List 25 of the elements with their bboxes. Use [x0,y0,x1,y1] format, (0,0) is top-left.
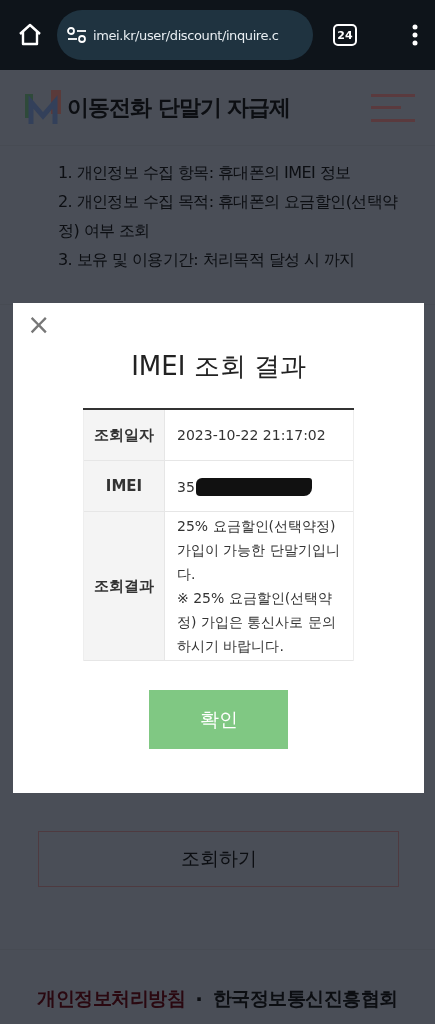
footer-link[interactable]: 한국정보통신진흥협회 [212,986,398,1012]
row-header: 조회일자 [83,409,165,461]
footer-link[interactable]: 개인정보처리방침 [37,986,186,1012]
row-header: IMEI [83,460,165,512]
confirm-button[interactable]: 확인 [149,690,288,749]
notice-text: 3. 보유 및 이용기간: 처리목적 달성 시 까지 [58,249,356,271]
address-field[interactable]: imei.kr/user/discount/inquire.c [57,10,313,60]
url-text: imei.kr/user/discount/inquire.c [93,27,279,43]
row-header: 조회결과 [83,511,165,661]
more-menu-icon[interactable] [411,24,419,46]
cell-text: 25% 요금할인(선택약정) 가입이 가능한 단말기입니다. [177,517,341,584]
inquire-button[interactable]: 조회하기 [38,831,399,887]
home-icon[interactable] [17,22,43,48]
cell-text: 35 [177,477,195,497]
logo-icon [25,89,61,126]
cell-text: 2023-10-22 21:17:02 [177,426,327,445]
dialog-title: IMEI 조회 결과 [131,350,306,383]
cell-text: ※ 25% 요금할인(선택약정) 가입은 통신사로 문의하시기 바랍니다. [177,589,337,656]
separator-dot: · [195,987,203,1011]
site-title: 이동전화 단말기 자급제 [67,93,291,122]
notice-text: 2. 개인정보 수집 목적: 휴대폰의 요금할인(선택약정) 여부 조회 [58,191,399,242]
notice-text: 1. 개인정보 수집 항목: 휴대폰의 IMEI 정보 [58,162,352,184]
site-settings-icon[interactable] [67,27,87,43]
close-button[interactable]: × [27,311,51,339]
tab-count-button[interactable]: 24 [333,24,357,46]
